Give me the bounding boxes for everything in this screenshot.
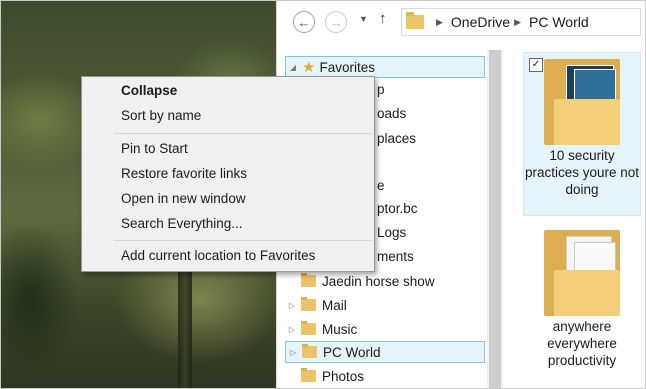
nav-item-label: Mail	[322, 297, 347, 313]
nav-item-partial[interactable]: e	[377, 174, 477, 196]
folder-icon	[406, 12, 424, 29]
folder-icon	[544, 59, 620, 145]
context-menu: Collapse Sort by name Pin to Start Resto…	[81, 76, 375, 272]
folder-tile[interactable]: ✓ 10 security practices youre not doing	[523, 52, 641, 216]
nav-favorites[interactable]: ◢ ★ Favorites	[285, 56, 485, 78]
menu-item-add-to-favorites[interactable]: Add current location to Favorites	[121, 246, 315, 266]
recent-locations-chevron-icon[interactable]: ▼	[359, 14, 368, 24]
breadcrumb-separator-icon[interactable]: ▶	[436, 17, 443, 28]
folder-tile-label: 10 security practices youre not doing	[524, 148, 640, 197]
nav-item-label: p	[377, 81, 385, 97]
back-button[interactable]: ←	[293, 11, 315, 33]
menu-separator	[114, 133, 372, 134]
folder-tile[interactable]: anywhere everywhere productivity	[523, 224, 641, 384]
star-icon: ★	[302, 59, 316, 76]
nav-favorites-label: Favorites	[319, 59, 375, 75]
nav-item-downloads[interactable]: oads	[377, 102, 477, 124]
folder-icon	[301, 321, 316, 335]
nav-item-label: ptor.bc	[377, 200, 418, 216]
folder-icon	[301, 273, 316, 287]
menu-item-pin-to-start[interactable]: Pin to Start	[121, 139, 188, 159]
breadcrumb-pc-world[interactable]: PC World	[529, 14, 589, 30]
breadcrumb-onedrive[interactable]: OneDrive	[451, 14, 510, 30]
menu-separator	[114, 240, 372, 241]
menu-item-sort-by-name[interactable]: Sort by name	[121, 106, 201, 126]
back-arrow-icon: ←	[297, 14, 311, 30]
forward-button[interactable]: →	[325, 11, 347, 33]
nav-item-label: oads	[377, 105, 407, 121]
nav-item-label: places	[377, 130, 417, 146]
collapsed-triangle-icon[interactable]: ▷	[285, 325, 299, 334]
nav-item-mail[interactable]: ▷ Mail	[285, 294, 485, 316]
collapsed-triangle-icon[interactable]: ▷	[285, 301, 299, 310]
nav-item-label: Photos	[322, 368, 365, 384]
nav-item-music[interactable]: ▷ Music	[285, 318, 485, 340]
menu-item-restore-favorite-links[interactable]: Restore favorite links	[121, 164, 247, 184]
nav-item-jaedin-horse-show[interactable]: Jaedin horse show	[285, 270, 485, 292]
nav-item-photos[interactable]: Photos	[285, 365, 485, 387]
nav-item-desktop[interactable]: p	[377, 78, 477, 100]
nav-item-partial-documents[interactable]: ments	[377, 245, 477, 267]
menu-item-open-in-new-window[interactable]: Open in new window	[121, 189, 246, 209]
up-arrow-icon[interactable]: ↑	[379, 10, 387, 27]
breadcrumb-separator-icon[interactable]: ▶	[514, 17, 521, 28]
nav-item-partial-logs[interactable]: Logs	[377, 221, 477, 243]
nav-item-partial-raptor[interactable]: ptor.bc	[377, 197, 477, 219]
menu-item-search-everything[interactable]: Search Everything...	[121, 214, 243, 234]
nav-item-label: PC World	[323, 344, 381, 360]
nav-item-label: Music	[322, 321, 358, 337]
address-field[interactable]: ▶ OneDrive ▶ PC World	[401, 8, 641, 36]
expanded-triangle-icon[interactable]: ◢	[286, 63, 300, 72]
nav-item-label: Logs	[377, 224, 407, 240]
folder-icon	[301, 368, 316, 382]
nav-item-pc-world[interactable]: ▷ PC World	[285, 341, 485, 363]
nav-item-label: e	[377, 177, 385, 193]
nav-item-label: Jaedin horse show	[322, 273, 435, 289]
forward-arrow-icon: →	[329, 14, 343, 30]
collapsed-triangle-icon[interactable]: ▷	[286, 348, 300, 357]
scrollbar-thumb[interactable]	[489, 50, 501, 389]
content-pane: ✓ 10 security practices youre not doing …	[503, 44, 646, 389]
selection-checkbox[interactable]: ✓	[529, 58, 543, 72]
folder-icon	[301, 297, 316, 311]
nav-pane-scrollbar[interactable]	[487, 50, 503, 389]
folder-tile-label: anywhere everywhere productivity	[547, 319, 617, 368]
folder-icon	[544, 230, 620, 316]
nav-item-recent-places[interactable]: places	[377, 127, 477, 149]
folder-icon	[302, 344, 317, 358]
address-bar: ← → ▼ ↑ ▶ OneDrive ▶ PC World	[277, 0, 646, 44]
menu-item-collapse[interactable]: Collapse	[121, 81, 177, 101]
nav-item-label: ments	[377, 248, 414, 264]
